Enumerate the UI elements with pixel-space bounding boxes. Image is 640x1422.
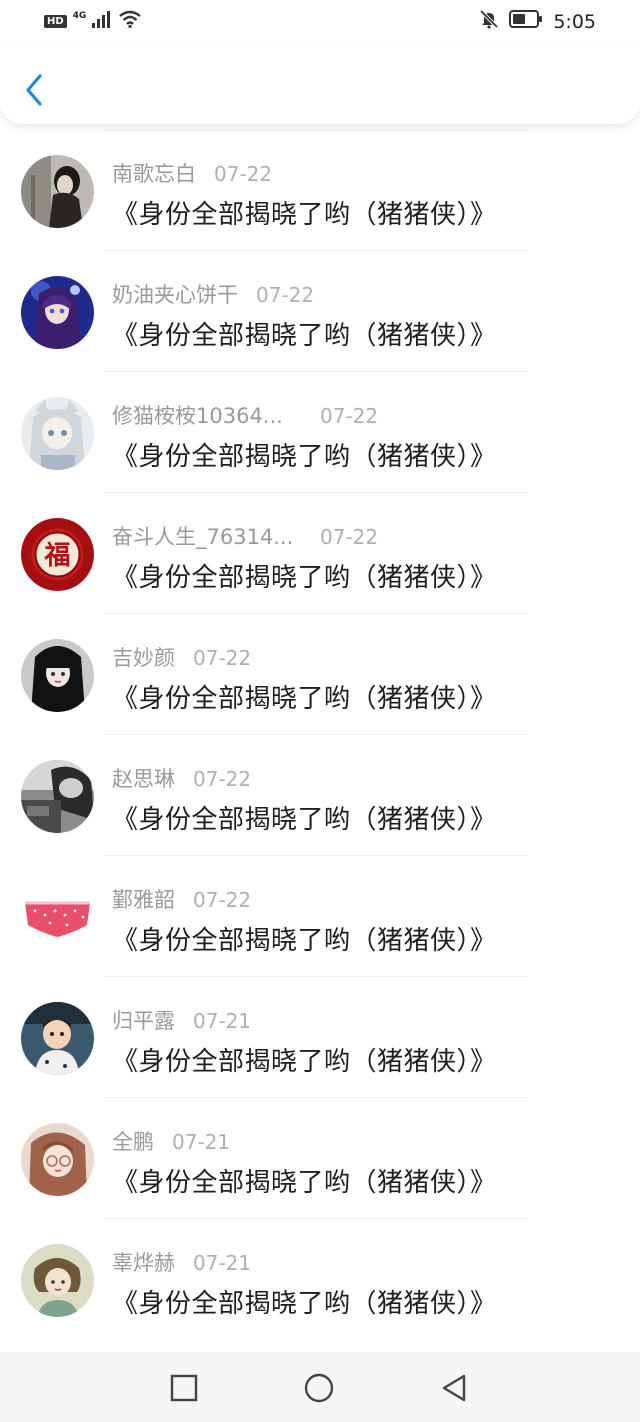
comment-text: 《身份全部揭晓了哟（猪猪侠）》 [112,563,497,593]
avatar-seal-text: 福 [43,541,70,571]
comment-date: 07-22 [193,767,252,791]
comment-text: 《身份全部揭晓了哟（猪猪侠）》 [112,684,497,714]
comment-text: 《身份全部揭晓了哟（猪猪侠）》 [112,805,497,835]
hd-badge: HD [44,15,67,28]
back-button[interactable] [20,70,52,110]
comment-meta: 奋斗人生_76314... 07-22 [112,521,378,551]
status-left: HD 4G [44,10,142,33]
avatar[interactable] [21,881,94,954]
signal-icon [92,10,112,33]
comment-row[interactable]: 南歌忘白 07-22 《身份全部揭晓了哟（猪猪侠）》 [0,130,640,251]
wifi-icon [118,10,142,33]
comment-row[interactable]: 归平露 07-21 《身份全部揭晓了哟（猪猪侠）》 [0,977,640,1098]
user-name[interactable]: 吉妙颜 [112,642,175,672]
comment-date: 07-22 [193,888,252,912]
top-app-bar [0,44,640,124]
comment-meta: 全鹏 07-21 [112,1126,230,1156]
comment-row[interactable]: 福 奋斗人生_76314... 07-22 《身份全部揭晓了哟（猪猪侠）》 [0,493,640,614]
status-time: 5:05 [553,10,596,33]
comment-row[interactable]: 鄞雅韶 07-22 《身份全部揭晓了哟（猪猪侠）》 [0,856,640,977]
comment-meta: 归平露 07-21 [112,1005,251,1035]
avatar[interactable] [21,1002,94,1075]
user-name[interactable]: 辜烨赫 [112,1247,175,1277]
home-button[interactable] [303,1372,335,1404]
comment-list: 南歌忘白 07-22 《身份全部揭晓了哟（猪猪侠）》 奶油夹心饼干 07-22 … [0,130,640,1340]
comment-date: 07-21 [172,1130,231,1154]
comment-row[interactable]: 辜烨赫 07-21 《身份全部揭晓了哟（猪猪侠）》 [0,1219,640,1340]
comment-meta: 鄞雅韶 07-22 [112,884,251,914]
avatar[interactable] [21,639,94,712]
comment-row[interactable]: 全鹏 07-21 《身份全部揭晓了哟（猪猪侠）》 [0,1098,640,1219]
user-name[interactable]: 归平露 [112,1005,175,1035]
status-bar: HD 4G 5:05 [0,0,640,44]
user-name[interactable]: 全鹏 [112,1126,154,1156]
comment-date: 07-22 [256,283,315,307]
home-circle-icon [304,1373,334,1403]
comment-text: 《身份全部揭晓了哟（猪猪侠）》 [112,442,497,472]
comment-date: 07-21 [193,1251,252,1275]
user-name[interactable]: 奋斗人生_76314... [112,521,302,551]
back-triangle-icon [442,1374,466,1402]
comment-row[interactable]: 吉妙颜 07-22 《身份全部揭晓了哟（猪猪侠）》 [0,614,640,735]
comment-date: 07-22 [320,404,379,428]
status-right: 5:05 [479,9,596,34]
comment-row[interactable]: 修猫桉桉10364... 07-22 《身份全部揭晓了哟（猪猪侠）》 [0,372,640,493]
avatar[interactable] [21,276,94,349]
comment-meta: 修猫桉桉10364... 07-22 [112,400,378,430]
comment-text: 《身份全部揭晓了哟（猪猪侠）》 [112,926,497,956]
comment-text: 《身份全部揭晓了哟（猪猪侠）》 [112,321,497,351]
comment-meta: 吉妙颜 07-22 [112,642,251,672]
recents-button[interactable] [168,1372,200,1404]
avatar[interactable] [21,1123,94,1196]
avatar[interactable] [21,760,94,833]
system-back-button[interactable] [438,1372,470,1404]
chevron-left-icon [26,74,42,106]
network-type: 4G [72,10,87,21]
comment-text: 《身份全部揭晓了哟（猪猪侠）》 [112,1168,497,1198]
comment-row[interactable]: 赵思琳 07-22 《身份全部揭晓了哟（猪猪侠）》 [0,735,640,856]
comment-date: 07-22 [193,646,252,670]
recents-square-icon [170,1374,198,1402]
avatar[interactable] [21,397,94,470]
comment-meta: 南歌忘白 07-22 [112,158,272,188]
comment-meta: 奶油夹心饼干 07-22 [112,279,314,309]
comment-text: 《身份全部揭晓了哟（猪猪侠）》 [112,200,497,230]
comment-date: 07-22 [214,162,273,186]
battery-icon [509,10,543,33]
comment-meta: 赵思琳 07-22 [112,763,251,793]
user-name[interactable]: 赵思琳 [112,763,175,793]
user-name[interactable]: 南歌忘白 [112,158,196,188]
comment-row[interactable]: 奶油夹心饼干 07-22 《身份全部揭晓了哟（猪猪侠）》 [0,251,640,372]
comment-meta: 辜烨赫 07-21 [112,1247,251,1277]
avatar[interactable] [21,155,94,228]
comment-text: 《身份全部揭晓了哟（猪猪侠）》 [112,1047,497,1077]
user-name[interactable]: 修猫桉桉10364... [112,400,302,430]
mute-bell-icon [479,9,499,34]
avatar[interactable] [21,1244,94,1317]
comment-date: 07-22 [320,525,379,549]
user-name[interactable]: 奶油夹心饼干 [112,279,238,309]
comment-text: 《身份全部揭晓了哟（猪猪侠）》 [112,1289,497,1319]
system-nav-bar [0,1352,640,1422]
user-name[interactable]: 鄞雅韶 [112,884,175,914]
comment-date: 07-21 [193,1009,252,1033]
avatar[interactable]: 福 [21,518,94,591]
